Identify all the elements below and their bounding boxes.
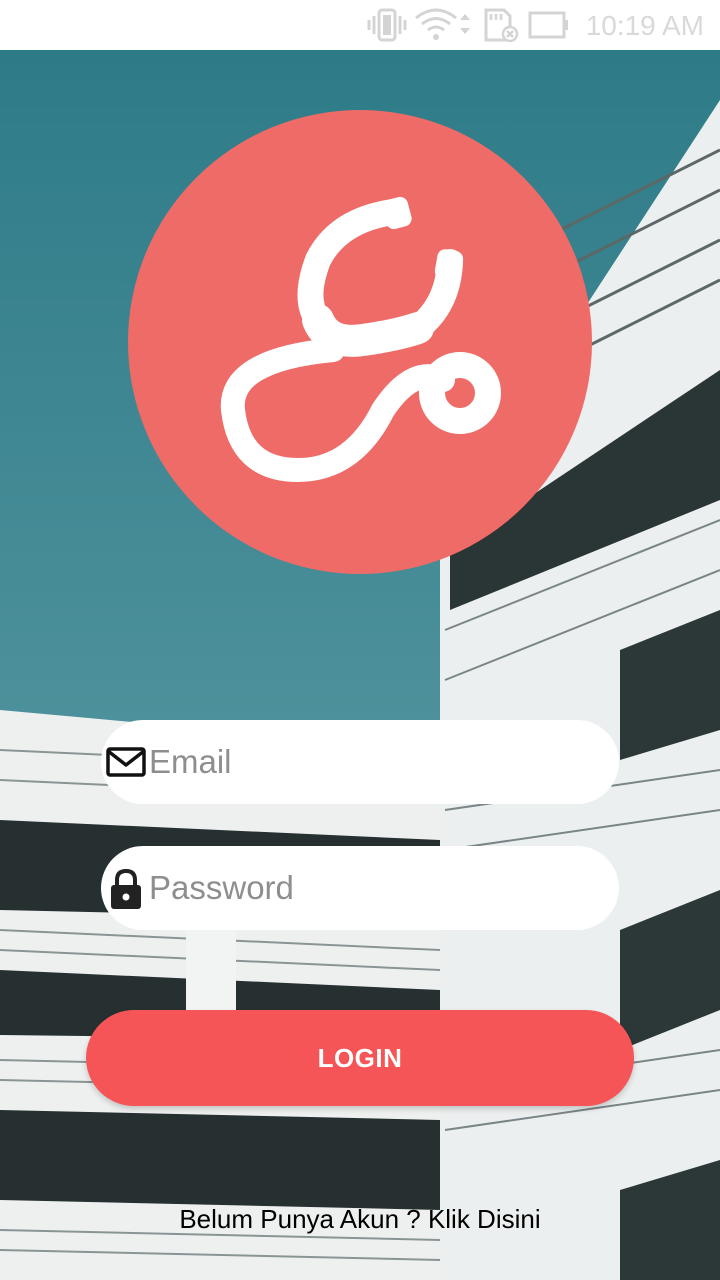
register-link[interactable]: Belum Punya Akun ? Klik Disini xyxy=(0,1204,720,1235)
vibrate-icon xyxy=(366,8,408,47)
status-bar: 10:19 AM xyxy=(0,0,720,50)
status-time: 10:19 AM xyxy=(585,10,704,41)
stethoscope-icon xyxy=(220,196,501,482)
lock-icon xyxy=(105,868,147,910)
wifi-icon xyxy=(414,8,472,47)
mail-icon xyxy=(105,742,147,784)
login-button[interactable]: LOGIN xyxy=(86,1010,634,1106)
password-input[interactable] xyxy=(149,858,599,918)
sd-card-icon xyxy=(482,8,520,47)
battery-icon xyxy=(528,8,570,47)
email-input[interactable] xyxy=(149,732,599,792)
email-field[interactable] xyxy=(101,720,619,804)
app-logo xyxy=(128,110,592,574)
password-field[interactable] xyxy=(101,846,619,930)
